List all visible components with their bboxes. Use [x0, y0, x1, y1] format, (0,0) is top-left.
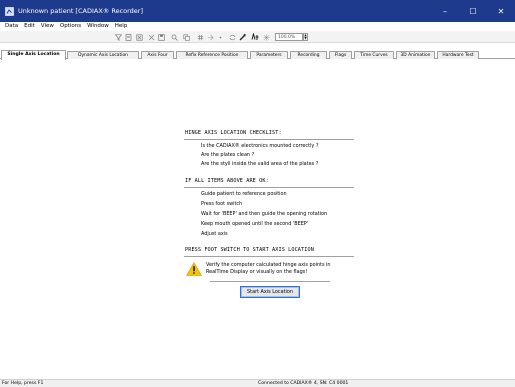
settings-icon[interactable]: [250, 33, 259, 41]
menu-bar: Data Edit View Options Window Help: [0, 22, 515, 31]
app-icon: [4, 6, 14, 16]
divider: [184, 187, 354, 188]
close-x-icon[interactable]: [147, 33, 156, 41]
checklist-item: Is the CADIAX® electronics mounted corre…: [201, 143, 319, 149]
ok-section-heading: IF ALL ITEMS ABOVE ARE OK:: [185, 178, 269, 184]
save-icon[interactable]: [157, 33, 166, 41]
checklist-item: Are the plates clean ?: [201, 152, 255, 158]
tab-axis-four[interactable]: Axis Four: [141, 51, 174, 59]
grid-icon[interactable]: [196, 33, 205, 41]
menu-data[interactable]: Data: [2, 22, 21, 31]
status-help-text: For Help, press F1: [2, 381, 44, 386]
tab-refix-reference-position[interactable]: Refix Reference Position: [176, 51, 248, 59]
menu-window[interactable]: Window: [84, 22, 112, 31]
tab-hardware-test[interactable]: Hardware Test: [437, 51, 479, 59]
main-panel: HINGE AXIS LOCATION CHECKLIST: Is the CA…: [0, 60, 515, 379]
ok-step-item: Press foot switch: [201, 201, 243, 207]
menu-view[interactable]: View: [38, 22, 57, 31]
divider: [184, 139, 354, 140]
start-axis-location-button[interactable]: Start Axis Location: [240, 286, 300, 298]
close-button[interactable]: ✕: [487, 0, 515, 22]
menu-options[interactable]: Options: [57, 22, 84, 31]
chevron-down-icon[interactable]: ▼: [304, 37, 306, 40]
start-section-heading: PRESS FOOT SWITCH TO START AXIS LOCATION: [185, 247, 314, 253]
window-title: Unknown patient [CADIAX® Recorder]: [18, 7, 144, 15]
menu-help[interactable]: Help: [112, 22, 131, 31]
tab-parameters[interactable]: Parameters: [250, 51, 288, 59]
toolbar: 100.0% ▲ ▼: [0, 31, 515, 43]
funnel-icon[interactable]: [114, 33, 123, 41]
divider: [210, 281, 330, 282]
warning-text-line: RealTime Display or visually on the flag…: [206, 269, 308, 275]
tab-strip: Single Axis Location Dynamic Axis Locati…: [0, 50, 515, 60]
tab-3d-animation[interactable]: 3D Animation: [396, 51, 435, 59]
ok-step-item: Wait for 'BEEP' and then guide the openi…: [201, 211, 328, 217]
title-bar: Unknown patient [CADIAX® Recorder] – ☐ ✕: [0, 0, 515, 22]
tab-flags[interactable]: Flags: [329, 51, 352, 59]
maximize-button[interactable]: ☐: [459, 0, 487, 22]
tab-recording[interactable]: Recording: [290, 51, 327, 59]
copy-icon[interactable]: [182, 33, 191, 41]
status-bar: For Help, press F1 Connected to CADIAX® …: [0, 379, 515, 387]
ok-step-item: Keep mouth opened until the second 'BEEP…: [201, 221, 309, 227]
print-preview-icon[interactable]: [124, 33, 133, 41]
warning-box: Verify the computer calculated hinge axi…: [184, 260, 354, 278]
dot-icon[interactable]: [216, 33, 225, 41]
tab-dynamic-axis-location[interactable]: Dynamic Axis Location: [67, 51, 139, 59]
tab-single-axis-location[interactable]: Single Axis Location: [1, 50, 66, 60]
sync-icon[interactable]: [228, 33, 237, 41]
connection-status: Connected to CADIAX® 4, SN: C4 0001: [258, 381, 349, 386]
divider: [184, 256, 354, 257]
magic-icon[interactable]: [238, 33, 247, 41]
tab-time-curves[interactable]: Time Curves: [354, 51, 394, 59]
checklist-item: Are the styli inside the valid area of t…: [201, 161, 319, 167]
ok-step-item: Guide patient to reference position: [201, 191, 287, 197]
zoom-input[interactable]: 100.0%: [275, 33, 303, 41]
clear-icon[interactable]: [135, 33, 144, 41]
checklist-heading: HINGE AXIS LOCATION CHECKLIST:: [185, 130, 282, 136]
zoom-spinner[interactable]: ▲ ▼: [303, 33, 308, 41]
warning-icon: [186, 262, 202, 276]
ok-step-item: Adjust axis: [201, 231, 228, 237]
radial-icon[interactable]: [262, 33, 271, 41]
minimize-button[interactable]: –: [431, 0, 459, 22]
search-icon[interactable]: [170, 33, 179, 41]
menu-edit[interactable]: Edit: [21, 22, 38, 31]
filter-icon[interactable]: [206, 33, 215, 41]
